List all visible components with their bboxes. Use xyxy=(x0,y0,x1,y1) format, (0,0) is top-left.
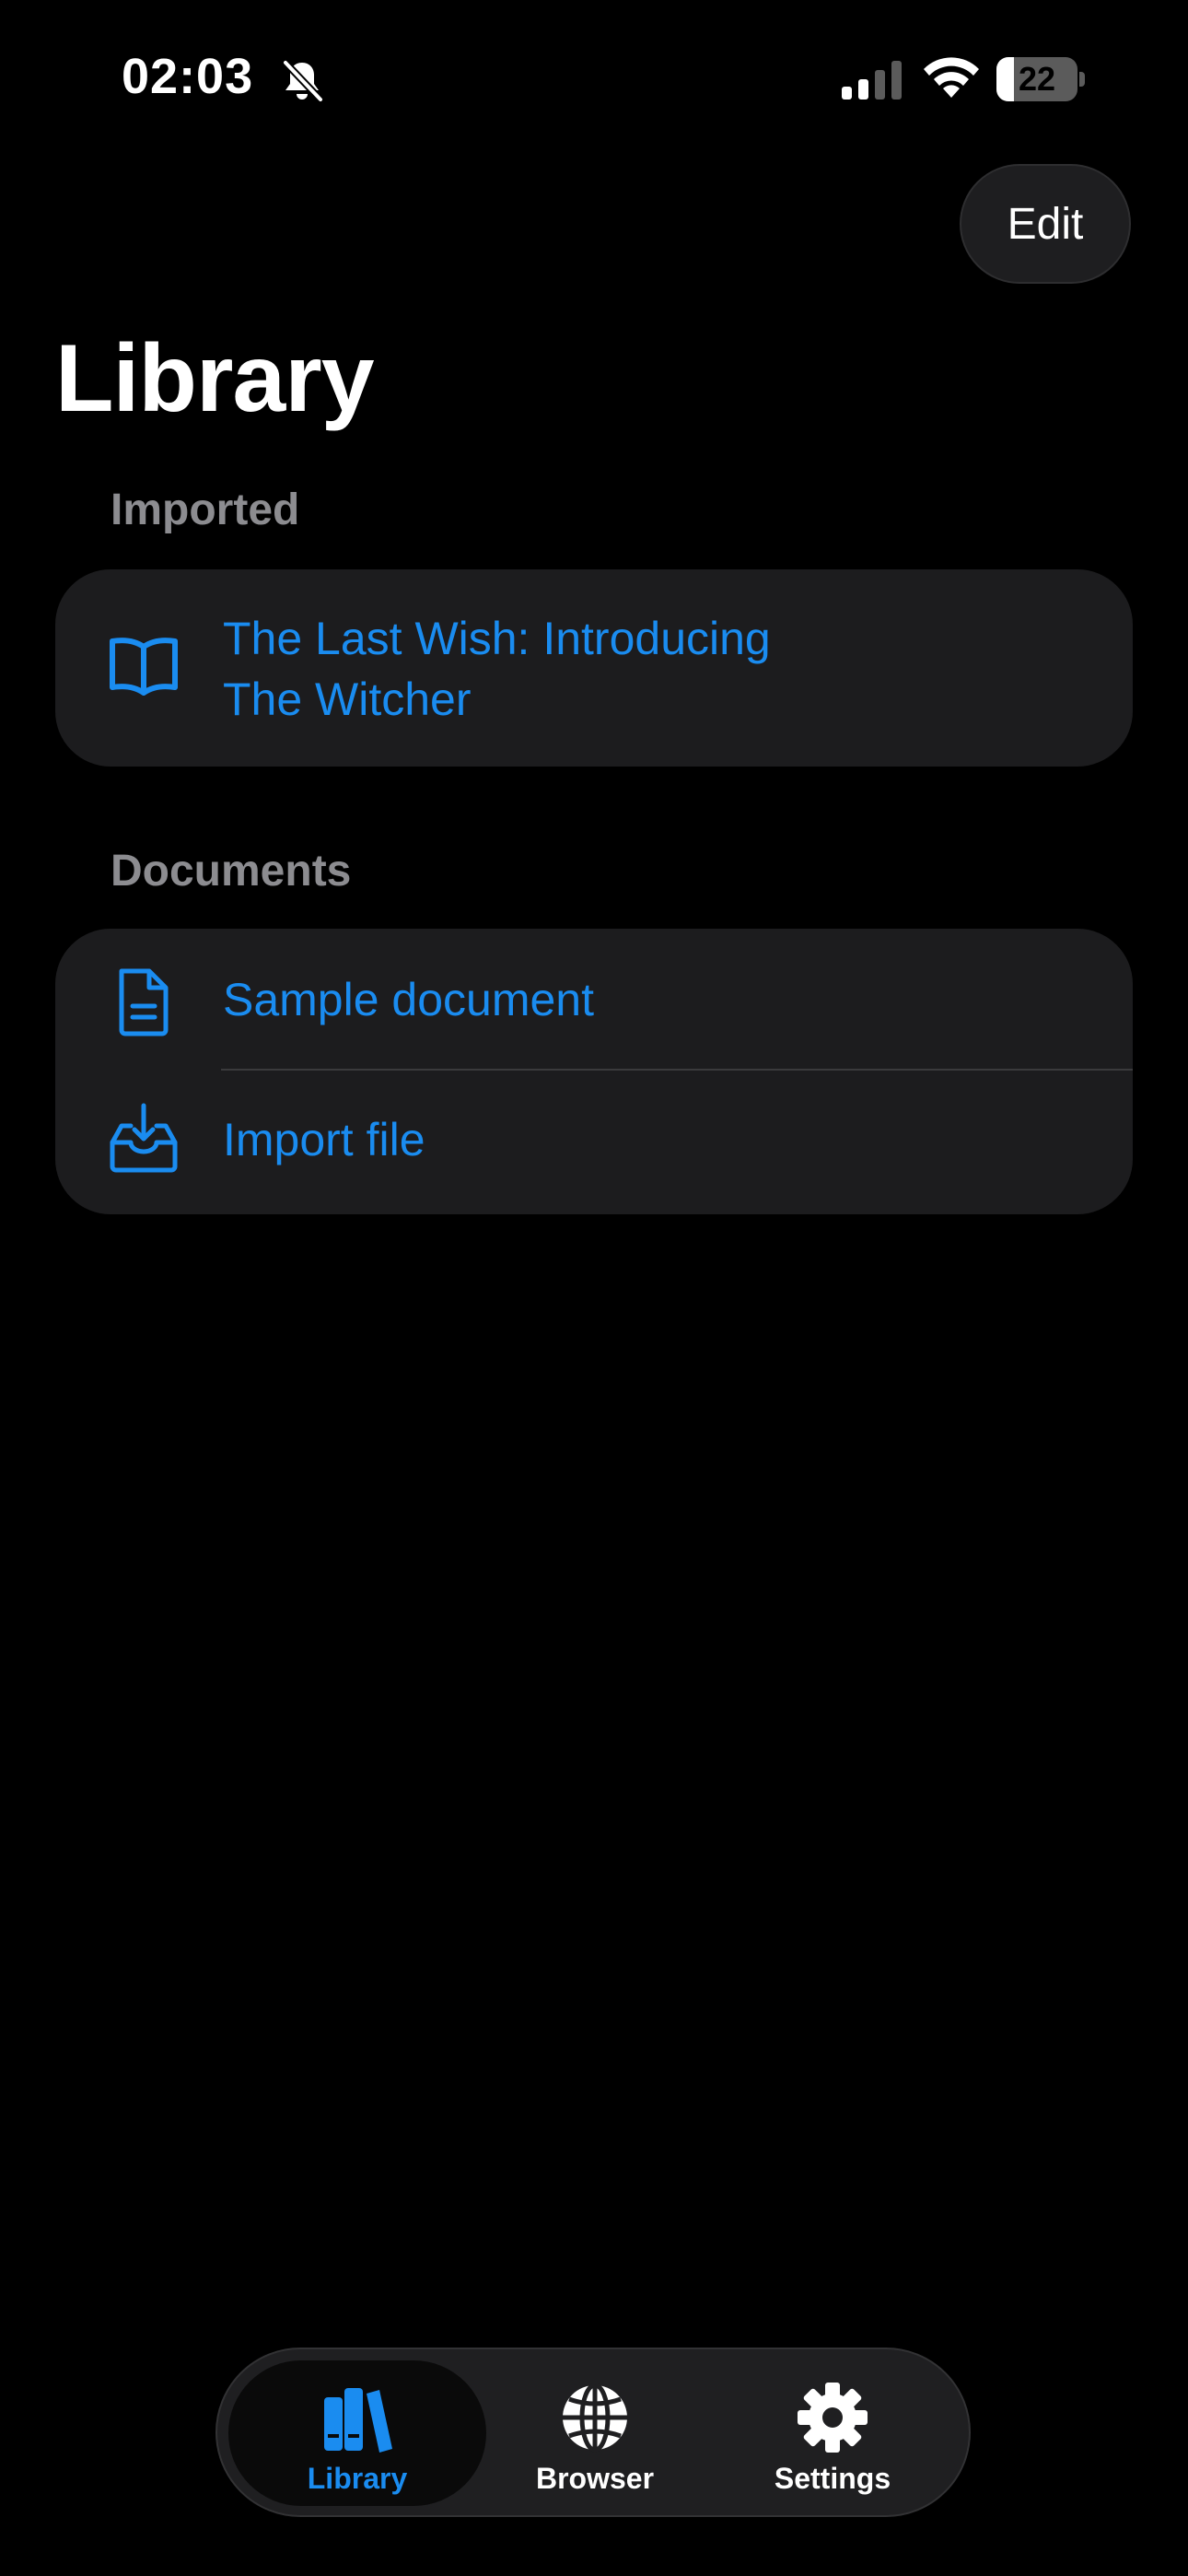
list-item-label: Import file xyxy=(223,1114,425,1165)
tab-label: Browser xyxy=(535,2462,655,2495)
edit-button[interactable]: Edit xyxy=(960,164,1131,284)
section-header-documents: Documents xyxy=(111,847,352,896)
status-bar: 02:03 22 xyxy=(0,0,1188,157)
page-title: Library xyxy=(55,325,375,432)
list-item-the-last-wish[interactable]: The Last Wish: Introducing The Witcher xyxy=(55,569,1133,767)
tab-bar: Library Browser Settings xyxy=(215,2348,971,2517)
bell-slash-icon xyxy=(282,59,324,103)
books-icon xyxy=(324,2388,392,2453)
document-icon xyxy=(119,968,169,1036)
globe-icon xyxy=(563,2383,627,2453)
tray-download-icon xyxy=(110,1103,178,1173)
tab-label: Settings xyxy=(774,2462,891,2495)
list-item-import-file[interactable]: Import file xyxy=(55,1071,1133,1214)
tab-label: Library xyxy=(307,2462,408,2495)
library-screen: 02:03 22 Edit Library Imported The Last … xyxy=(0,0,1188,2576)
battery-level: 22 xyxy=(1018,60,1056,98)
tab-browser[interactable]: Browser xyxy=(475,2349,715,2515)
wifi-icon xyxy=(924,57,979,98)
list-item-sample-document[interactable]: Sample document xyxy=(55,929,1133,1071)
book-open-icon xyxy=(110,638,178,696)
cellular-signal-icon xyxy=(842,61,902,100)
section-header-imported: Imported xyxy=(111,486,300,534)
battery-icon: 22 xyxy=(996,57,1085,101)
list-item-label: Sample document xyxy=(223,974,595,1025)
gear-icon xyxy=(798,2383,868,2453)
status-time: 02:03 xyxy=(122,49,254,104)
tab-settings[interactable]: Settings xyxy=(713,2349,952,2515)
list-item-label: The Last Wish: Introducing The Witcher xyxy=(223,613,771,725)
tab-library[interactable]: Library xyxy=(238,2349,477,2515)
documents-card: Sample document Import file xyxy=(55,929,1133,1214)
imported-card: The Last Wish: Introducing The Witcher xyxy=(55,569,1133,767)
